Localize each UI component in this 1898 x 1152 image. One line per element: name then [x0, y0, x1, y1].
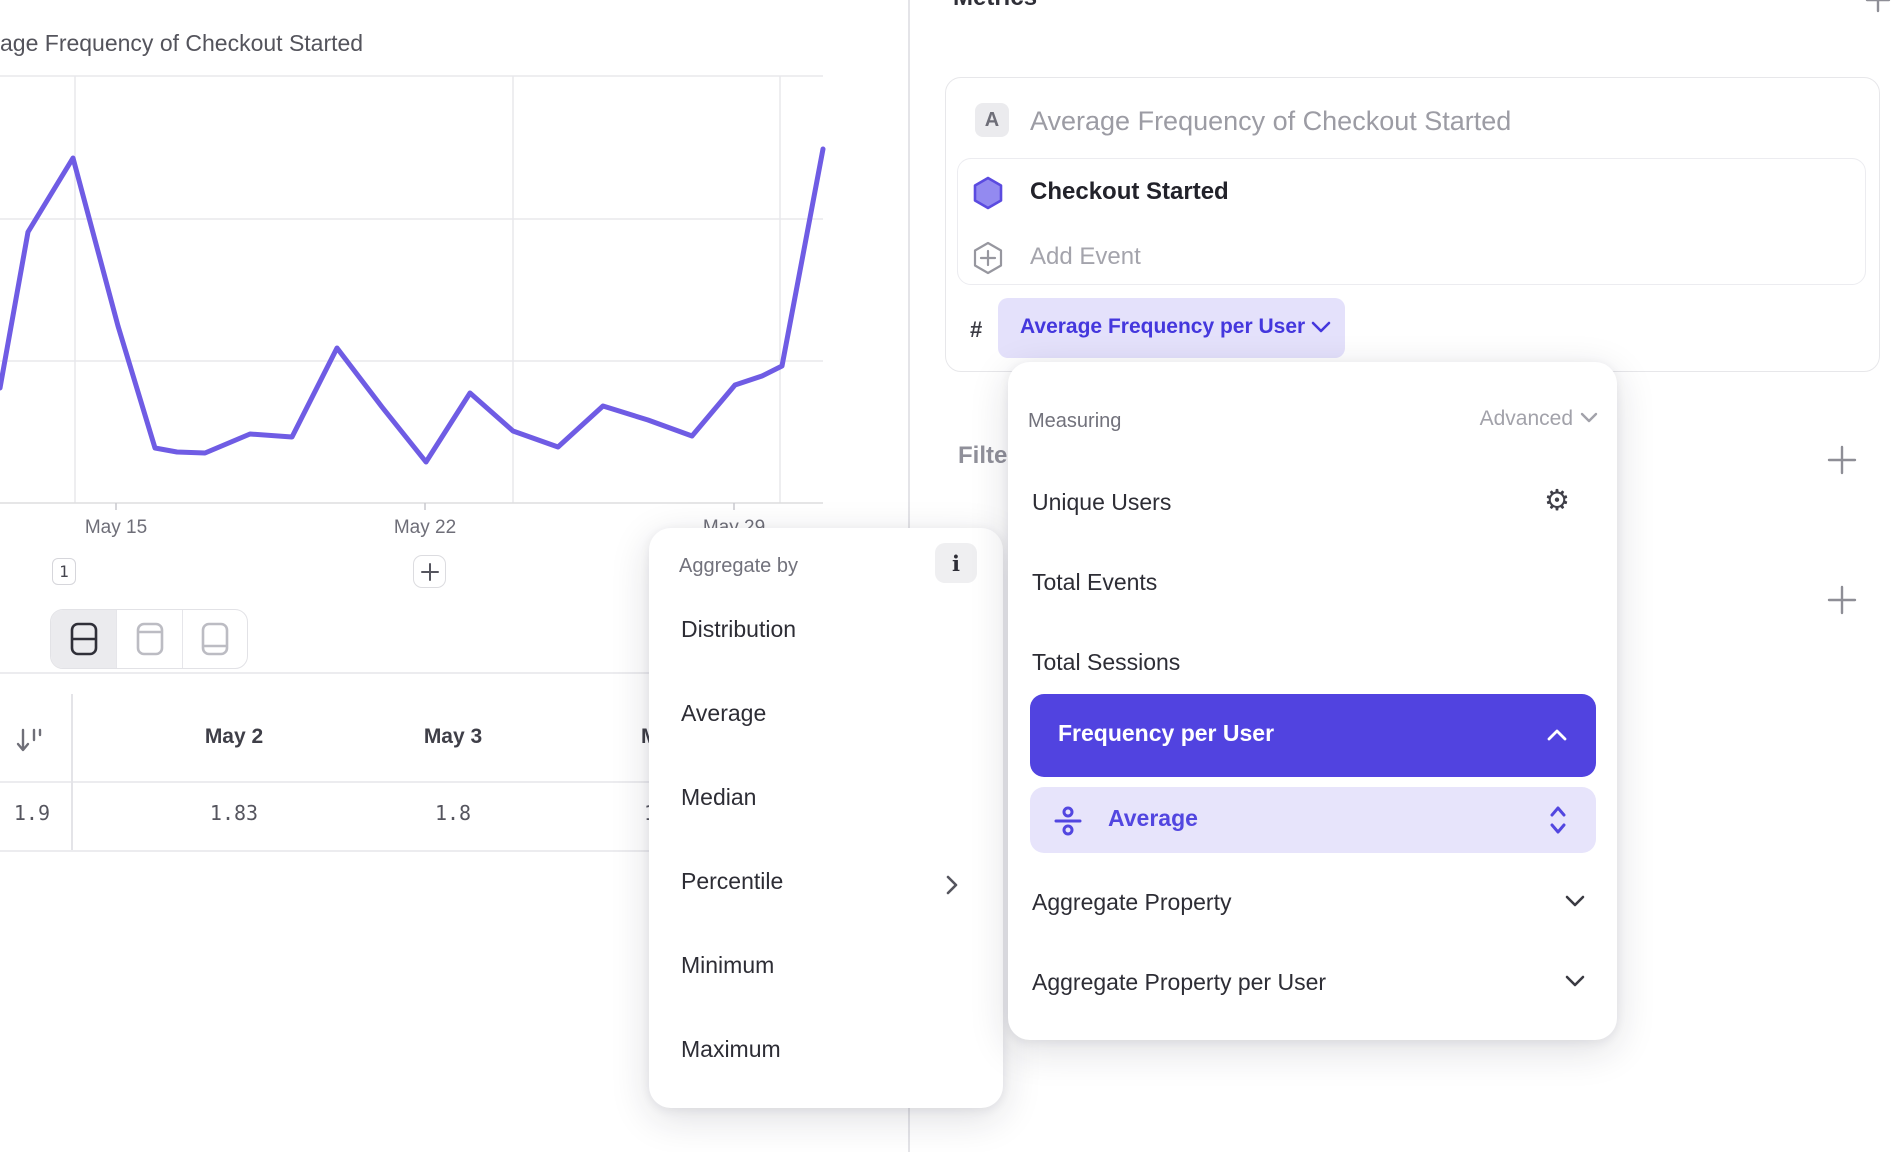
info-icon[interactable]: i [935, 543, 977, 583]
chevron-down-icon [1564, 974, 1586, 993]
chevron-up-icon [1546, 728, 1568, 747]
menu-item-aggregate-property-per-user[interactable]: Aggregate Property per User [1032, 969, 1326, 996]
menu-item-maximum[interactable]: Maximum [681, 1036, 781, 1063]
selected-item-label: Frequency per User [1058, 720, 1274, 747]
layout-toggle-group [50, 609, 248, 669]
chart-svg [0, 60, 830, 520]
event-name[interactable]: Checkout Started [1030, 178, 1229, 206]
table-header-cell[interactable]: May 3 [343, 725, 563, 755]
table-column-divider [71, 694, 73, 850]
add-metric-button[interactable] [1864, 0, 1892, 19]
menu-item-total-events[interactable]: Total Events [1032, 569, 1157, 596]
sort-descending-icon[interactable] [14, 727, 44, 760]
plus-icon [1864, 0, 1892, 14]
menu-item-frequency-per-user[interactable]: Frequency per User [1030, 694, 1596, 777]
add-breakdown-button[interactable] [1826, 584, 1858, 621]
layout-toggle-split-view[interactable] [51, 610, 116, 668]
chevron-down-icon [1310, 320, 1332, 339]
page-number-button[interactable]: 1 [52, 558, 76, 585]
x-axis-tick-label: May 22 [380, 517, 470, 539]
add-event-button[interactable]: Add Event [1030, 243, 1141, 271]
menu-item-distribution[interactable]: Distribution [681, 616, 796, 643]
measuring-menu: Measuring Advanced Unique Users ⚙ Total … [1008, 362, 1617, 1040]
menu-item-total-sessions[interactable]: Total Sessions [1032, 649, 1180, 676]
menu-item-aggregate-property[interactable]: Aggregate Property [1032, 889, 1231, 916]
metric-letter-badge: A [975, 103, 1009, 137]
chevron-down-icon [1579, 411, 1599, 429]
menu-item-percentile[interactable]: Percentile [681, 868, 783, 895]
advanced-mode-toggle[interactable]: Advanced [1480, 407, 1573, 431]
x-axis-tick-label: May 15 [71, 517, 161, 539]
sub-item-label: Average [1108, 805, 1198, 832]
split-view-icon [69, 621, 99, 657]
plus-icon [1826, 444, 1858, 476]
menu-item-minimum[interactable]: Minimum [681, 952, 774, 979]
divide-icon [1052, 805, 1084, 842]
table-cell: 1.8 [343, 801, 563, 831]
table-header-cell[interactable]: May 2 [124, 725, 344, 755]
measure-selector-label[interactable]: Average Frequency per User [1020, 315, 1305, 339]
chevron-right-icon [945, 874, 959, 901]
layout-toggle-table-view[interactable] [182, 610, 247, 668]
measuring-menu-label: Measuring [1028, 410, 1121, 433]
measure-type-symbol: # [970, 317, 982, 343]
event-hexagon-icon [971, 175, 1005, 216]
menu-item-frequency-average[interactable]: Average [1030, 787, 1596, 853]
table-cell: 1.9 [0, 801, 50, 831]
menu-item-average[interactable]: Average [681, 700, 766, 727]
aggregate-by-menu: Aggregate by i Distribution Average Medi… [649, 528, 1003, 1108]
add-event-icon[interactable] [971, 240, 1005, 281]
aggregate-by-menu-label: Aggregate by [679, 555, 798, 578]
metrics-panel-heading: Metrics [953, 0, 1037, 12]
layout-toggle-chart-view[interactable] [116, 610, 181, 668]
chevron-up-down-icon [1548, 802, 1568, 843]
table-cell: 1.83 [124, 801, 344, 831]
chart-view-icon [135, 621, 165, 657]
menu-item-median[interactable]: Median [681, 784, 756, 811]
chart-title: age Frequency of Checkout Started [0, 30, 420, 57]
menu-item-unique-users[interactable]: Unique Users [1032, 489, 1171, 516]
gear-icon[interactable]: ⚙ [1544, 487, 1570, 516]
chevron-down-icon [1564, 894, 1586, 913]
plus-icon [420, 562, 440, 582]
add-chart-button[interactable] [413, 555, 446, 588]
table-view-icon [200, 621, 230, 657]
app-window: age Frequency of Checkout Started May 15… [0, 0, 1898, 1152]
plus-icon [1826, 584, 1858, 616]
add-filter-button[interactable] [1826, 444, 1858, 481]
metric-title-input[interactable]: Average Frequency of Checkout Started [1030, 106, 1511, 137]
